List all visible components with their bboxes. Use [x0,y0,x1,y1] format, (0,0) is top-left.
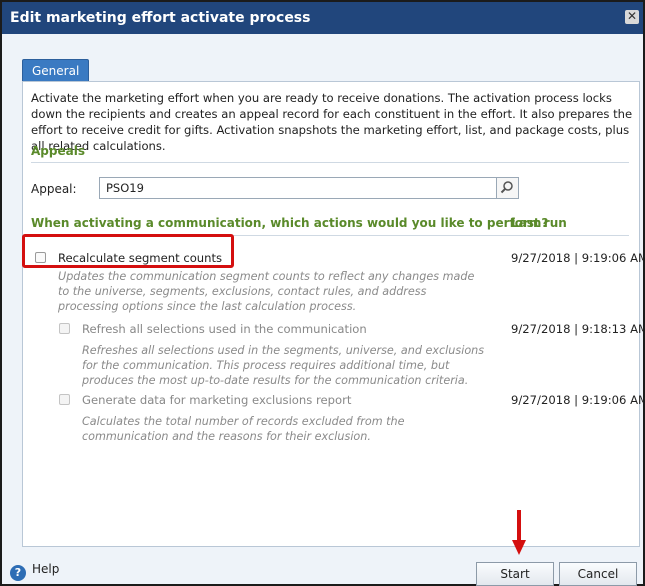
close-icon[interactable]: ✕ [625,10,639,24]
appeal-search-button[interactable] [497,177,519,199]
appeal-input[interactable] [99,177,497,199]
appeals-header: Appeals [31,144,629,163]
refresh-selections-description: Refreshes all selections used in the seg… [82,344,485,387]
start-button[interactable]: Start [476,562,554,586]
dialog-title: Edit marketing effort activate process [10,10,311,26]
tab-general[interactable]: General [22,59,90,82]
generate-exclusions-report-label: Generate data for marketing exclusions r… [82,393,352,407]
recalculate-last-run: 9/27/2018 | 9:19:06 AM [511,251,645,265]
annotation-arrow-icon [512,510,526,555]
tab-strip: General [22,59,90,82]
refresh-last-run: 9/27/2018 | 9:18:13 AM [511,322,645,336]
refresh-selections-checkbox[interactable] [59,323,70,334]
refresh-selections-label: Refresh all selections used in the commu… [82,322,367,336]
help-label: Help [32,562,60,576]
last-run-column-header: Last run [511,216,567,230]
help-link[interactable]: ? Help [10,562,59,581]
actions-column-header: When activating a communication, which a… [31,216,549,230]
cancel-button[interactable]: Cancel [559,562,637,586]
dialog-title-bar: Edit marketing effort activate process ✕ [2,2,643,34]
dialog-footer: ? Help Start Cancel [2,554,643,586]
generate-exclusions-report-checkbox[interactable] [59,394,70,405]
highlight-annotation-box [22,234,234,268]
activate-dialog: Edit marketing effort activate process ✕… [0,0,645,586]
tab-content: Activate the marketing effort when you a… [22,81,645,547]
help-icon: ? [10,565,26,581]
search-icon [500,181,513,194]
generate-last-run: 9/27/2018 | 9:19:06 AM [511,393,645,407]
generate-exclusions-report-description: Calculates the total number of records e… [82,415,405,443]
appeal-label: Appeal: [31,182,77,196]
recalculate-segment-counts-description: Updates the communication segment counts… [58,270,475,313]
